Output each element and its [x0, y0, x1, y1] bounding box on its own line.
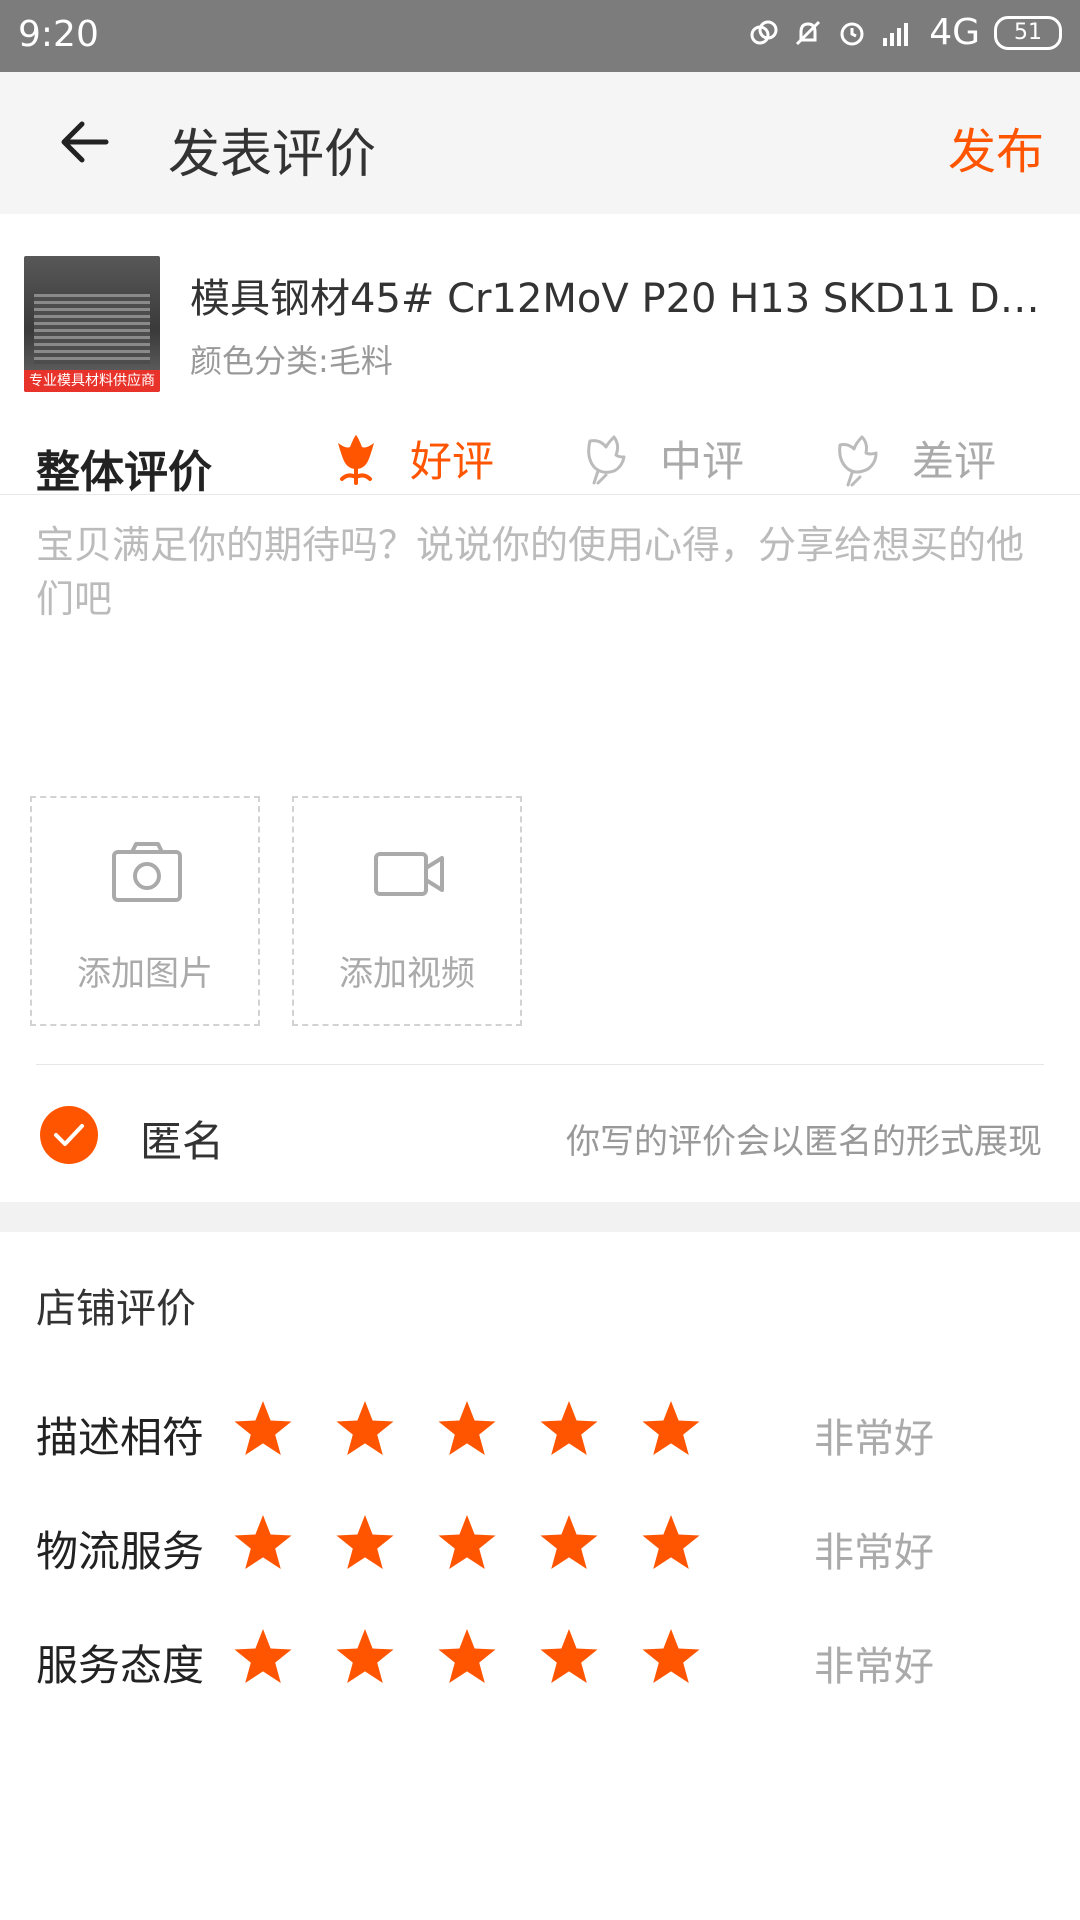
flower-icon	[338, 434, 374, 485]
add-video-label: 添加视频	[339, 954, 475, 994]
rating-bad-label: 差评	[912, 437, 997, 486]
link-icon	[750, 20, 778, 44]
rating-row-description: 描述相符 非常好	[0, 1388, 1080, 1468]
battery-icon: 51	[994, 15, 1062, 50]
shop-rating-title: 店铺评价	[36, 1286, 196, 1332]
anonymous-row: 匿名 你写的评价会以匿名的形式展现	[0, 1066, 1080, 1202]
star-icon[interactable]	[334, 1512, 396, 1574]
battery-level: 51	[1014, 20, 1042, 45]
rating-row-value: 非常好	[814, 1530, 934, 1576]
anonymous-hint: 你写的评价会以匿名的形式展现	[566, 1122, 1042, 1162]
star-icon[interactable]	[232, 1398, 294, 1460]
status-icons: 4G 51	[749, 12, 1062, 53]
add-photo-label: 添加图片	[77, 954, 213, 994]
rating-good[interactable]: 好评	[328, 428, 494, 489]
star-rating	[232, 1626, 742, 1688]
rating-row-logistics: 物流服务 非常好	[0, 1502, 1080, 1582]
star-icon[interactable]	[538, 1626, 600, 1688]
star-icon[interactable]	[232, 1512, 294, 1574]
star-icon[interactable]	[538, 1398, 600, 1460]
anonymous-label: 匿名	[140, 1117, 225, 1166]
network-type: 4G	[929, 12, 980, 53]
rating-bad[interactable]: 差评	[830, 428, 996, 489]
star-icon[interactable]	[436, 1512, 498, 1574]
star-icon[interactable]	[538, 1512, 600, 1574]
product-image-stack	[34, 294, 150, 364]
overall-rating: 整体评价 好评 中评 差评	[0, 424, 1080, 498]
review-textarea[interactable]: 宝贝满足你的期待吗？说说你的使用心得，分享给想买的他们吧	[36, 518, 1046, 626]
rating-row-label: 物流服务	[36, 1527, 205, 1576]
signal-icon	[883, 22, 909, 46]
star-icon[interactable]	[640, 1512, 702, 1574]
app-header: 发表评价 发布	[0, 72, 1080, 214]
thumbnail-banner: 专业模具材料供应商	[24, 370, 160, 392]
mute-bell-icon	[796, 20, 821, 45]
page-title: 发表评价	[168, 125, 377, 185]
add-photo-button[interactable]: 添加图片	[30, 796, 260, 1026]
publish-button[interactable]: 发布	[948, 112, 1044, 182]
checkmark-icon	[54, 1124, 84, 1146]
status-bar: 9:20 4G 51	[0, 0, 1080, 72]
divider	[36, 1064, 1044, 1065]
star-icon[interactable]	[640, 1626, 702, 1688]
status-time: 9:20	[18, 14, 99, 55]
overall-rating-label: 整体评价	[36, 447, 212, 498]
star-rating	[232, 1512, 742, 1574]
rating-row-value: 非常好	[814, 1644, 934, 1690]
star-icon[interactable]	[436, 1398, 498, 1460]
product-title: 模具钢材45# Cr12MoV P20 H13 SKD11 DC...	[190, 276, 1050, 322]
anonymous-checkbox[interactable]	[40, 1106, 98, 1164]
rating-good-label: 好评	[410, 437, 495, 486]
star-icon[interactable]	[232, 1626, 294, 1688]
rating-row-service: 服务态度 非常好	[0, 1616, 1080, 1696]
star-icon[interactable]	[640, 1398, 702, 1460]
wilted-flower-icon	[838, 435, 878, 486]
section-gap	[0, 1202, 1080, 1232]
star-icon[interactable]	[334, 1398, 396, 1460]
rating-neutral-label: 中评	[660, 437, 745, 486]
alarm-icon	[840, 22, 864, 45]
add-video-button[interactable]: 添加视频	[292, 796, 522, 1026]
rating-neutral[interactable]: 中评	[578, 428, 744, 489]
star-icon[interactable]	[436, 1626, 498, 1688]
product-thumbnail: 专业模具材料供应商	[24, 256, 160, 392]
rating-row-label: 描述相符	[36, 1413, 205, 1462]
back-arrow-icon[interactable]	[56, 114, 112, 170]
star-rating	[232, 1398, 742, 1460]
video-camera-icon	[374, 852, 444, 896]
rating-row-label: 服务态度	[36, 1641, 205, 1690]
flower-outline-icon	[587, 435, 626, 484]
star-icon[interactable]	[334, 1626, 396, 1688]
product-variant: 颜色分类:毛料	[190, 342, 393, 380]
rating-row-value: 非常好	[814, 1416, 934, 1462]
camera-icon	[112, 842, 182, 902]
product-info: 专业模具材料供应商 模具钢材45# Cr12MoV P20 H13 SKD11 …	[0, 214, 1080, 424]
